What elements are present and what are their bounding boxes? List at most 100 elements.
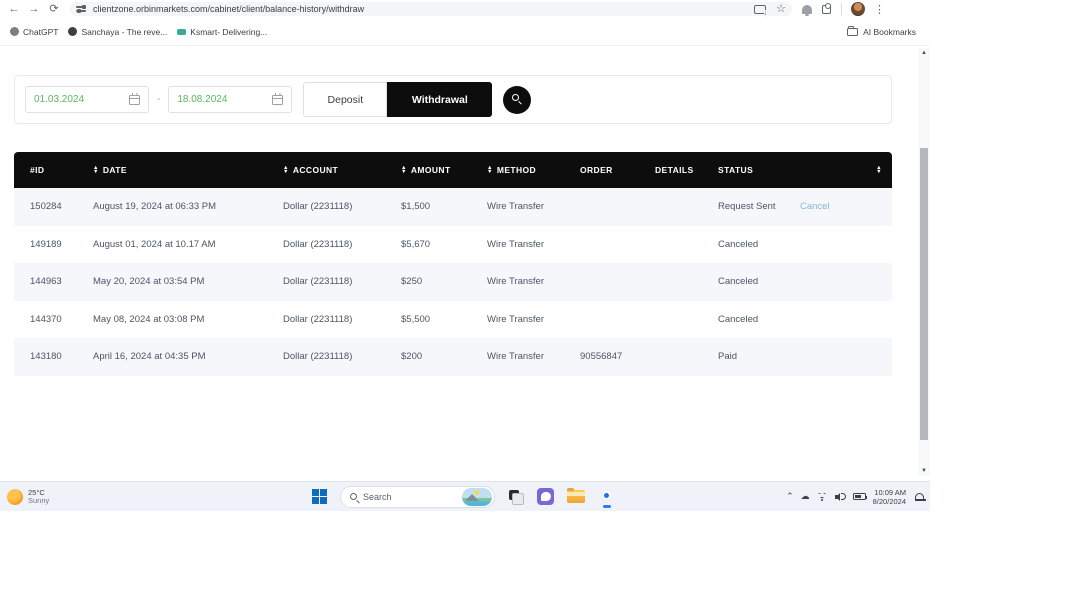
toolbar-divider — [841, 3, 842, 15]
cell-amount: $5,500 — [401, 314, 487, 325]
cell-account: Dollar (2231118) — [283, 201, 401, 212]
date-to-input[interactable]: 18.08.2024 — [168, 86, 292, 113]
url-text[interactable]: clientzone.orbinmarkets.com/cabinet/clie… — [93, 4, 754, 14]
profile-avatar[interactable] — [851, 2, 865, 16]
file-explorer-icon[interactable] — [567, 490, 585, 503]
back-icon[interactable]: ← — [4, 2, 24, 16]
cell-method: Wire Transfer — [487, 239, 580, 250]
extensions-icon[interactable] — [821, 4, 832, 15]
onedrive-cloud-icon[interactable]: ☁ — [801, 491, 810, 502]
calendar-icon[interactable] — [272, 95, 283, 105]
weather-condition: Sunny — [28, 497, 49, 505]
sunny-icon — [7, 489, 23, 505]
task-view-button[interactable] — [508, 489, 524, 505]
page-content: 01.03.2024 - 18.08.2024 Deposit Withdraw… — [0, 46, 918, 480]
taskbar-search[interactable]: Search — [340, 486, 495, 508]
search-button[interactable] — [503, 86, 531, 114]
table-row[interactable]: 150284 August 19, 2024 at 06:33 PM Dolla… — [14, 188, 892, 226]
table-row[interactable]: 143180 April 16, 2024 at 04:35 PM Dollar… — [14, 338, 892, 376]
table-row[interactable]: 144370 May 08, 2024 at 03:08 PM Dollar (… — [14, 301, 892, 339]
type-toggle: Deposit Withdrawal — [303, 82, 492, 117]
browser-toolbar: ← → ⟳ clientzone.orbinmarkets.com/cabine… — [0, 0, 930, 18]
scroll-up-icon[interactable]: ▲ — [918, 48, 930, 58]
date-range-separator: - — [157, 94, 160, 105]
sort-icon[interactable] — [401, 166, 407, 174]
bookmark-label: Ksmart- Delivering... — [190, 27, 267, 37]
scroll-down-icon[interactable]: ▼ — [918, 466, 930, 476]
col-sort-end[interactable] — [800, 166, 892, 174]
history-table: #ID DATE ACCOUNT AMOUNT METHOD ORDER DET… — [14, 152, 892, 376]
deposit-button[interactable]: Deposit — [303, 82, 387, 117]
cell-amount: $5,670 — [401, 239, 487, 250]
tray-clock[interactable]: 10:09 AM 8/20/2024 — [873, 488, 906, 506]
windows-taskbar: 25°C Sunny Search ⌃ ☁ — [0, 481, 930, 511]
chatgpt-favicon — [10, 27, 19, 36]
cell-account: Dollar (2231118) — [283, 351, 401, 362]
refresh-icon[interactable]: ⟳ — [44, 2, 64, 16]
browser-menu-icon[interactable]: ⋮ — [874, 3, 885, 16]
sort-icon[interactable] — [876, 166, 882, 174]
bookmark-ksmart[interactable]: Ksmart- Delivering... — [177, 27, 267, 37]
wifi-icon[interactable] — [817, 493, 828, 501]
cell-amount: $250 — [401, 276, 487, 287]
taskbar-weather-widget[interactable]: 25°C Sunny — [7, 488, 49, 505]
cell-date: May 20, 2024 at 03:54 PM — [93, 276, 283, 287]
taskbar-search-placeholder: Search — [363, 492, 462, 502]
col-account[interactable]: ACCOUNT — [283, 165, 401, 175]
sort-icon[interactable] — [93, 166, 99, 174]
date-from-input[interactable]: 01.03.2024 — [25, 86, 149, 113]
ai-bookmarks-folder[interactable]: AI Bookmarks — [847, 27, 916, 37]
install-app-icon[interactable] — [754, 5, 766, 14]
bookmark-label: ChatGPT — [23, 27, 58, 37]
cell-account: Dollar (2231118) — [283, 276, 401, 287]
screenshot-root: ← → ⟳ clientzone.orbinmarkets.com/cabine… — [0, 0, 1067, 600]
volume-icon[interactable] — [835, 492, 846, 501]
notifications-icon[interactable] — [802, 5, 812, 14]
cell-status: Canceled — [718, 314, 800, 325]
address-bar[interactable]: clientzone.orbinmarkets.com/cabinet/clie… — [70, 2, 792, 16]
sort-icon[interactable] — [487, 166, 493, 174]
vertical-scrollbar[interactable]: ▲ ▼ — [918, 48, 930, 476]
col-method[interactable]: METHOD — [487, 165, 580, 175]
search-icon — [350, 493, 357, 500]
withdrawal-button[interactable]: Withdrawal — [387, 82, 492, 117]
col-id[interactable]: #ID — [30, 165, 93, 175]
bookmark-star-icon[interactable]: ☆ — [776, 4, 786, 14]
battery-icon[interactable] — [853, 493, 866, 500]
date-to-value: 18.08.2024 — [177, 94, 227, 105]
cancel-link[interactable]: Cancel — [800, 201, 892, 212]
cell-id: 144370 — [30, 314, 93, 325]
cell-method: Wire Transfer — [487, 351, 580, 362]
bookmark-chatgpt[interactable]: ChatGPT — [10, 27, 58, 37]
search-weather-thumbnail — [462, 488, 492, 506]
cell-method: Wire Transfer — [487, 314, 580, 325]
col-amount[interactable]: AMOUNT — [401, 165, 487, 175]
scrollbar-thumb[interactable] — [920, 148, 928, 440]
chat-app-icon[interactable] — [537, 488, 554, 505]
site-settings-icon[interactable] — [76, 4, 88, 14]
start-button[interactable] — [312, 489, 327, 504]
table-row[interactable]: 149189 August 01, 2024 at 10.17 AM Dolla… — [14, 226, 892, 264]
cell-status: Canceled — [718, 276, 800, 287]
cell-status: Request Sent — [718, 201, 800, 212]
cell-id: 143180 — [30, 351, 93, 362]
folder-icon — [847, 28, 858, 36]
cell-method: Wire Transfer — [487, 276, 580, 287]
cell-account: Dollar (2231118) — [283, 314, 401, 325]
calendar-icon[interactable] — [129, 95, 140, 105]
clock-date: 8/20/2024 — [873, 497, 906, 506]
notification-center-icon[interactable] — [915, 493, 924, 501]
sort-icon[interactable] — [283, 166, 289, 174]
clock-time: 10:09 AM — [873, 488, 906, 497]
cell-date: August 19, 2024 at 06:33 PM — [93, 201, 283, 212]
tray-chevron-icon[interactable]: ⌃ — [786, 491, 794, 502]
bookmarks-bar: ChatGPT Sanchaya - The reve... Ksmart- D… — [0, 18, 930, 46]
col-order: ORDER — [580, 165, 655, 175]
col-status: STATUS — [718, 165, 800, 175]
table-row[interactable]: 144963 May 20, 2024 at 03:54 PM Dollar (… — [14, 263, 892, 301]
chrome-app-icon[interactable] — [598, 487, 616, 507]
cell-status: Paid — [718, 351, 800, 362]
forward-icon[interactable]: → — [24, 2, 44, 16]
col-date[interactable]: DATE — [93, 165, 283, 175]
bookmark-sanchaya[interactable]: Sanchaya - The reve... — [68, 27, 167, 37]
